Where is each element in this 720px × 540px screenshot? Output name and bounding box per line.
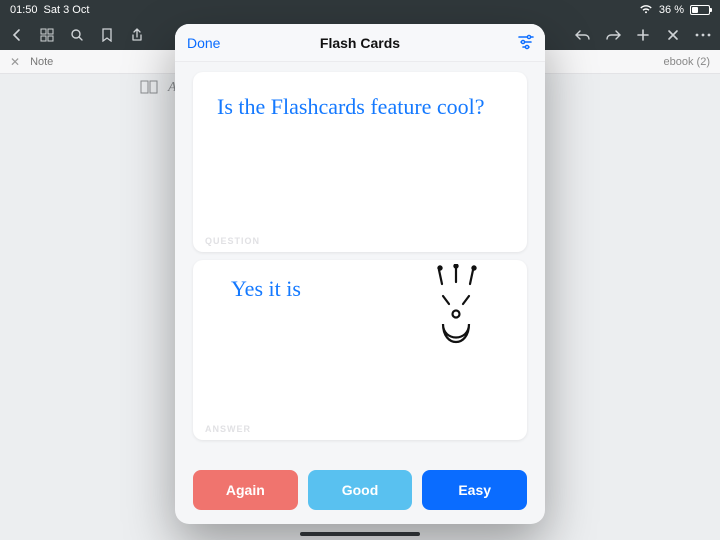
search-icon[interactable]	[68, 26, 86, 44]
undo-icon[interactable]	[574, 26, 592, 44]
more-icon[interactable]	[694, 26, 712, 44]
share-icon[interactable]	[128, 26, 146, 44]
back-icon[interactable]	[8, 26, 26, 44]
battery-icon	[690, 5, 710, 15]
done-button[interactable]: Done	[187, 24, 220, 62]
ipad-status-bar: 01:50 Sat 3 Oct 36 %	[0, 0, 720, 20]
modal-title: Flash Cards	[320, 35, 400, 51]
two-page-icon[interactable]	[140, 80, 158, 97]
status-time: 01:50	[10, 4, 38, 16]
tab-close-icon[interactable]: ✕	[10, 55, 20, 69]
modal-header: Done Flash Cards	[175, 24, 545, 62]
again-button[interactable]: Again	[193, 470, 298, 510]
battery-percent: 36 %	[659, 4, 684, 16]
smiley-doodle-icon	[421, 264, 491, 354]
filter-button[interactable]	[517, 24, 535, 62]
filter-icon	[517, 33, 535, 54]
easy-button[interactable]: Easy	[422, 470, 527, 510]
wifi-icon	[639, 4, 653, 17]
status-date: Sat 3 Oct	[44, 4, 90, 16]
answer-card[interactable]: Yes it is ANSWER	[193, 260, 527, 440]
question-handwriting: Is the Flashcards feature cool?	[207, 82, 513, 125]
question-card[interactable]: Is the Flashcards feature cool? QUESTION	[193, 72, 527, 252]
flashcards-modal: Done Flash Cards Is the Flashcards featu…	[175, 24, 545, 524]
breadcrumb-right[interactable]: ebook (2)	[664, 56, 710, 68]
breadcrumb-left[interactable]: Note	[30, 56, 53, 68]
question-label: QUESTION	[205, 236, 260, 246]
grid-icon[interactable]	[38, 26, 56, 44]
add-icon[interactable]	[634, 26, 652, 44]
modal-body: Is the Flashcards feature cool? QUESTION…	[175, 62, 545, 462]
answer-label: ANSWER	[205, 424, 251, 434]
modal-footer: Again Good Easy	[175, 462, 545, 524]
redo-icon[interactable]	[604, 26, 622, 44]
close-icon[interactable]	[664, 26, 682, 44]
home-indicator[interactable]	[300, 532, 420, 536]
good-button[interactable]: Good	[308, 470, 413, 510]
bookmark-icon[interactable]	[98, 26, 116, 44]
